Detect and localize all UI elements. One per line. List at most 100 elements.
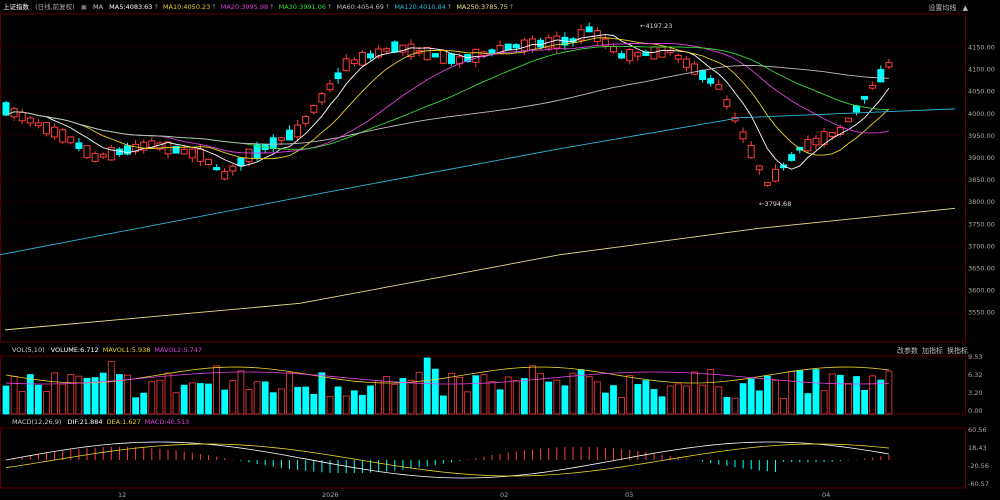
volume-bar bbox=[472, 375, 480, 415]
price-axis: 4150.00 4100.00 4050.00 4000.00 3950.00 3900.… bbox=[0, 44, 995, 317]
candle-body bbox=[310, 105, 318, 113]
volume-bar bbox=[399, 378, 407, 415]
volume-bar bbox=[294, 386, 302, 415]
volume-bar bbox=[423, 357, 431, 415]
volume-bar bbox=[10, 375, 18, 415]
candle-body bbox=[788, 154, 796, 161]
volume-bar bbox=[237, 370, 245, 415]
candle-body bbox=[634, 52, 642, 57]
volume-bar bbox=[707, 369, 715, 415]
candle-body bbox=[326, 83, 334, 91]
candle-body bbox=[2, 102, 10, 116]
candle-body bbox=[302, 116, 310, 124]
candle-body bbox=[739, 131, 747, 140]
volume-bar bbox=[885, 370, 893, 415]
volume-bar bbox=[205, 383, 212, 415]
candle-body bbox=[772, 168, 779, 182]
volume-bar bbox=[618, 397, 625, 415]
candle-body bbox=[245, 148, 253, 162]
candle-body bbox=[237, 157, 245, 167]
volume-bar bbox=[456, 376, 464, 415]
candle-body bbox=[682, 58, 690, 68]
chart-canvas[interactable]: 4150.00 4100.00 4050.00 4000.00 3950.00 3900.… bbox=[0, 0, 1000, 500]
volume-bar bbox=[529, 365, 536, 415]
volume-bar bbox=[26, 374, 34, 415]
volume-tick-label: 6.32 bbox=[968, 371, 982, 379]
volume-bar bbox=[593, 381, 601, 415]
volume-bar bbox=[358, 394, 366, 415]
volume-bar bbox=[796, 369, 804, 415]
candle-body bbox=[707, 78, 715, 84]
candle-body bbox=[448, 53, 455, 64]
volume-bar bbox=[853, 376, 860, 415]
candle-body bbox=[472, 48, 480, 63]
volume-bar bbox=[747, 378, 755, 415]
volume-bar bbox=[188, 382, 196, 415]
volume-bar bbox=[326, 395, 334, 415]
volume-bar bbox=[172, 392, 180, 415]
volume-bar bbox=[504, 376, 512, 415]
high-price-annotation: ←4197.23 bbox=[640, 22, 672, 30]
macd-panel-frame bbox=[0, 427, 966, 489]
volume-bar bbox=[561, 385, 569, 415]
volume-bar bbox=[804, 393, 812, 415]
candle-body bbox=[520, 39, 528, 52]
candle-body bbox=[294, 124, 302, 138]
volume-bar bbox=[302, 386, 310, 415]
volume-bar bbox=[764, 375, 771, 415]
volume-bar bbox=[869, 375, 877, 415]
volume-bar bbox=[51, 372, 58, 415]
volume-bar bbox=[861, 389, 868, 415]
candle-body bbox=[286, 129, 293, 141]
candle-body bbox=[585, 26, 593, 33]
price-tick-label: 4100.00 bbox=[968, 66, 995, 74]
candle-body bbox=[804, 139, 812, 152]
volume-bar bbox=[59, 383, 67, 415]
candle-body bbox=[812, 137, 820, 146]
volume-bars bbox=[2, 357, 893, 415]
price-tick-label: 3750.00 bbox=[968, 220, 995, 228]
volume-bar bbox=[836, 374, 844, 415]
macd-tick-label: 60.56 bbox=[968, 426, 987, 434]
candle-body bbox=[229, 165, 237, 172]
volume-bar bbox=[148, 381, 156, 415]
price-tick-label: 3950.00 bbox=[968, 132, 995, 140]
mavol1-line bbox=[5, 366, 889, 384]
volume-bar bbox=[845, 383, 852, 415]
candle-body bbox=[504, 43, 512, 51]
candle-body bbox=[350, 59, 358, 65]
volume-bar bbox=[521, 378, 528, 415]
volume-bar bbox=[569, 372, 577, 415]
candle-body bbox=[91, 153, 99, 162]
volume-bar bbox=[375, 380, 383, 415]
volume-bar bbox=[286, 372, 293, 415]
volume-bar bbox=[820, 390, 828, 415]
volume-bar bbox=[658, 396, 666, 415]
volume-bar bbox=[383, 375, 391, 415]
volume-bar bbox=[512, 380, 520, 415]
candle-body bbox=[180, 148, 188, 155]
candle-body bbox=[439, 50, 447, 64]
volume-bar bbox=[261, 381, 269, 415]
volume-bar bbox=[310, 393, 318, 415]
ma30-line bbox=[5, 45, 889, 150]
candle-body bbox=[861, 95, 869, 100]
volume-bar bbox=[221, 389, 229, 415]
volume-bar bbox=[431, 368, 439, 415]
volume-bar bbox=[585, 376, 593, 415]
candle-body bbox=[26, 117, 34, 124]
candle-body bbox=[83, 145, 91, 159]
macd-tick-label: 18.43 bbox=[968, 444, 987, 452]
volume-bar bbox=[553, 379, 561, 415]
volume-bar bbox=[35, 384, 42, 415]
volume-bar bbox=[350, 390, 358, 415]
volume-bar bbox=[342, 395, 350, 415]
volume-bar bbox=[674, 383, 682, 415]
macd-tick-label: -20.56 bbox=[968, 462, 989, 470]
volume-bar bbox=[245, 389, 253, 415]
volume-bar bbox=[877, 379, 885, 415]
volume-bar bbox=[124, 374, 131, 415]
candle-body bbox=[869, 84, 877, 89]
candle-body bbox=[626, 48, 634, 62]
price-tick-label: 4150.00 bbox=[968, 44, 995, 52]
